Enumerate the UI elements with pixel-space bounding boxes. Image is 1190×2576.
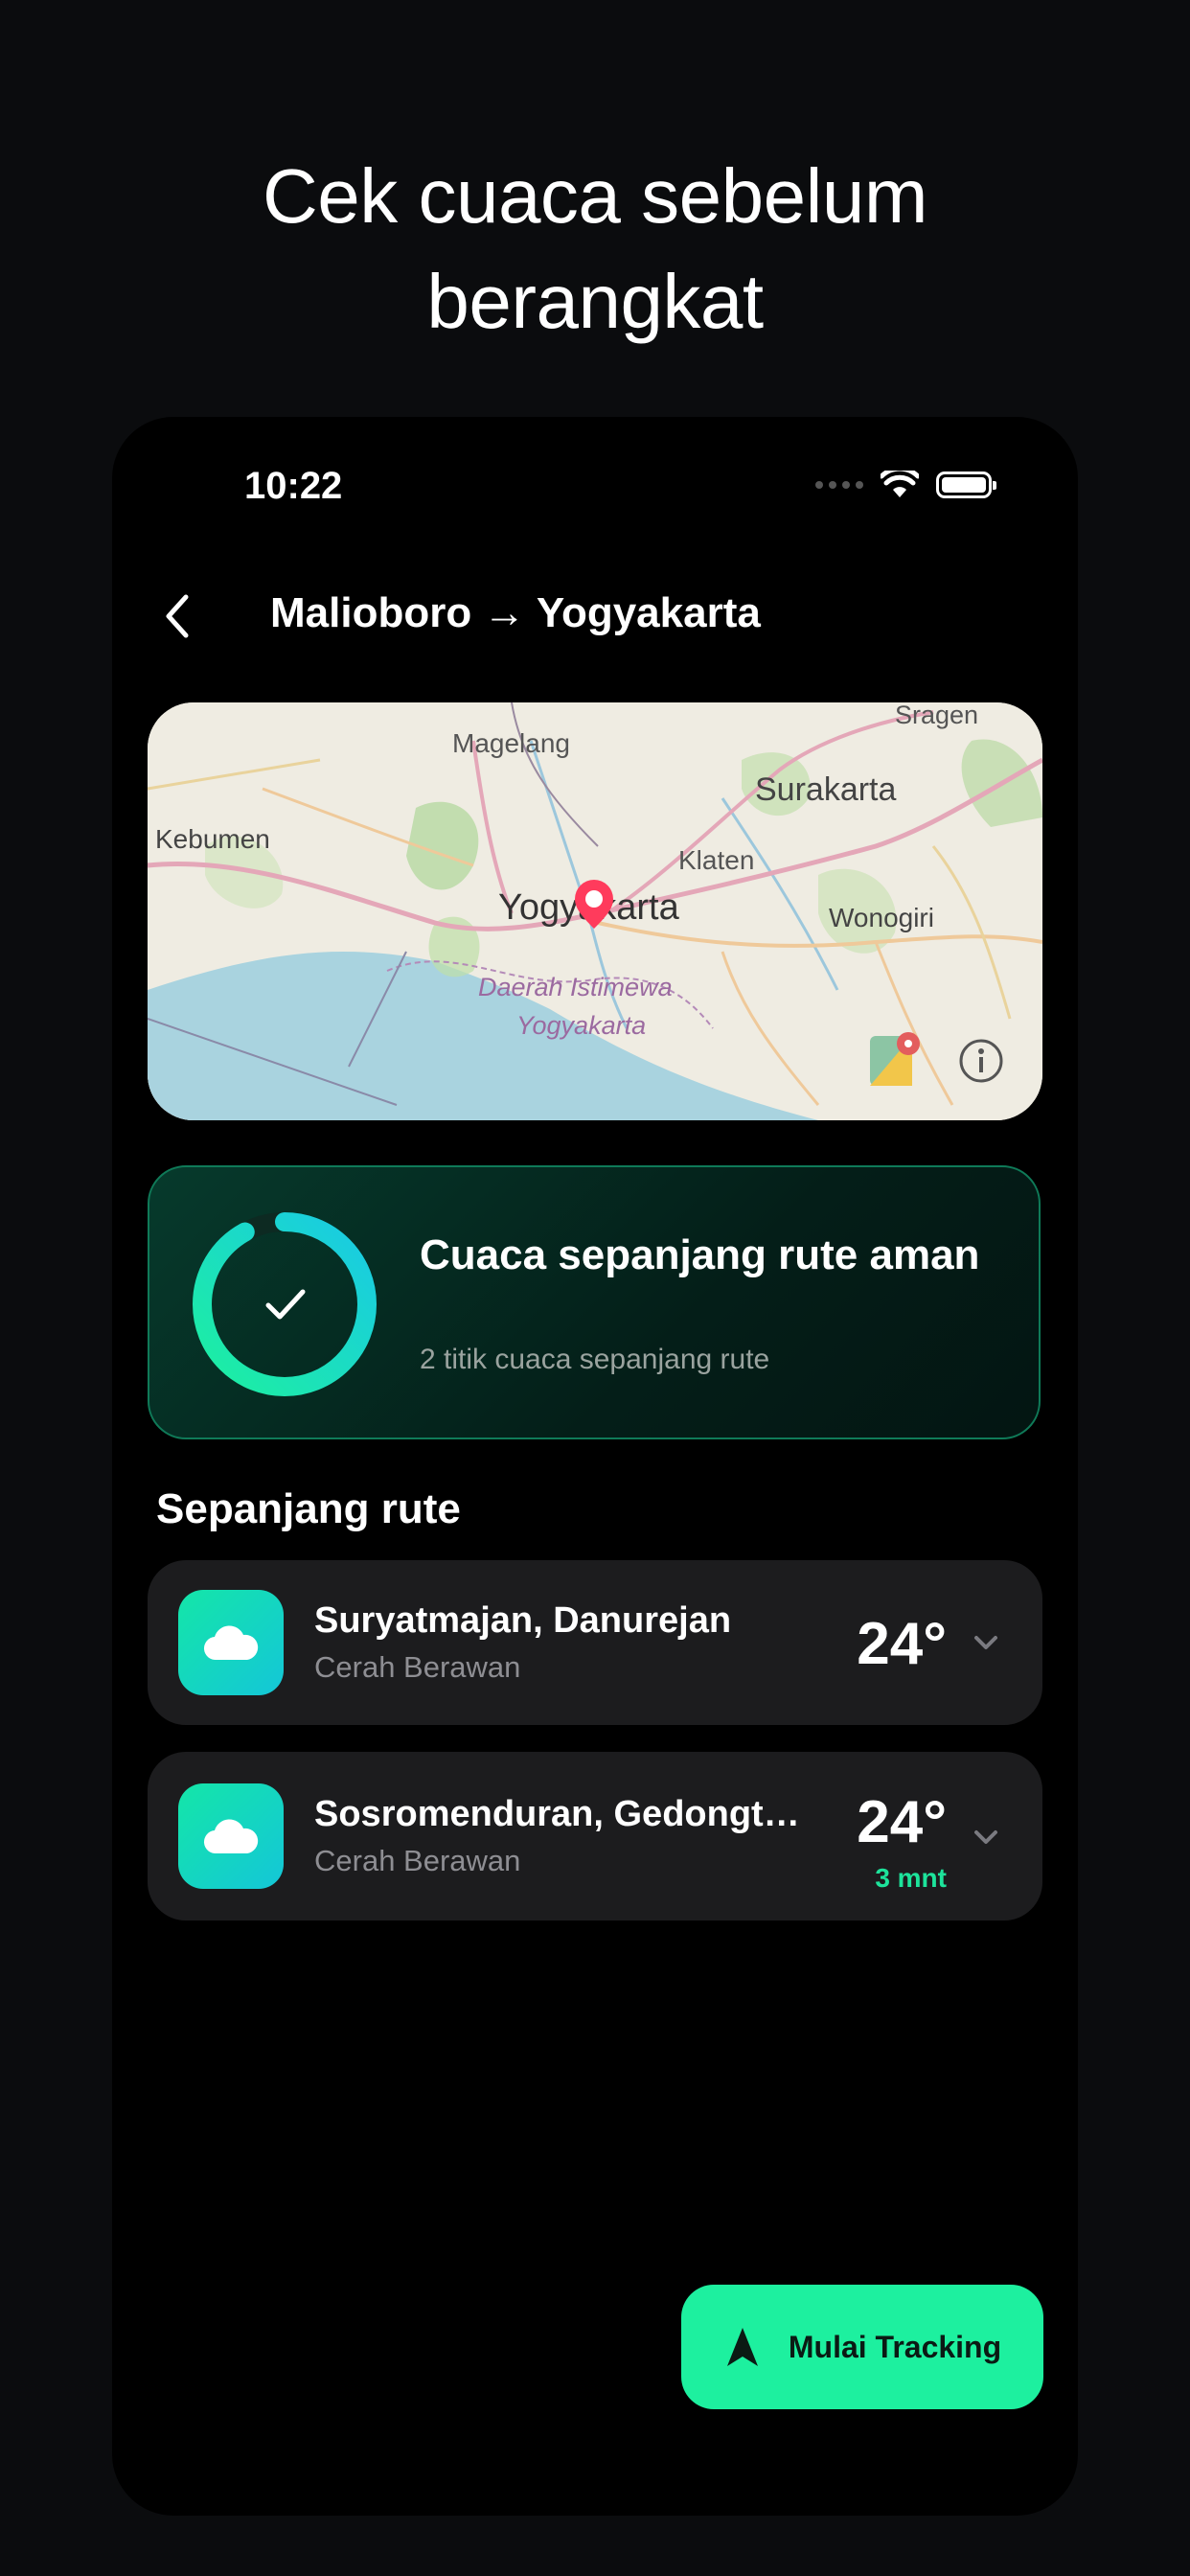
headline: Cek cuaca sebelum berangkat <box>0 144 1190 355</box>
battery-icon <box>936 472 996 498</box>
map-label-klaten: Klaten <box>678 845 754 875</box>
route-item-eta: 3 mnt <box>875 1863 947 1893</box>
start-tracking-button[interactable]: Mulai Tracking <box>681 2285 1043 2409</box>
start-tracking-label: Mulai Tracking <box>788 2329 1002 2364</box>
route-item-desc: Cerah Berawan <box>314 1650 521 1684</box>
summary-title: Cuaca sepanjang rute aman <box>420 1231 980 1278</box>
route-item-temp: 24° <box>857 1611 947 1677</box>
cloud-weather-icon <box>178 1783 284 1889</box>
map-label-surakarta: Surakarta <box>755 771 896 808</box>
route-item-1[interactable]: Suryatmajan, Danurejan Cerah Berawan 24° <box>148 1560 1042 1725</box>
back-button[interactable] <box>149 587 206 645</box>
map-label-diy-1: Daerah Istimewa <box>478 973 673 1001</box>
chevron-left-icon <box>166 594 189 638</box>
section-title: Sepanjang rute <box>156 1485 461 1532</box>
map-label-magelang: Magelang <box>452 728 570 758</box>
chevron-down-icon[interactable] <box>970 1626 1002 1659</box>
wifi-icon <box>881 471 919 497</box>
safety-progress-ring <box>193 1212 377 1396</box>
signal-icon <box>815 481 863 489</box>
map-label-diy-2: Yogyakarta <box>516 1011 646 1040</box>
route-item-name: Suryatmajan, Danurejan <box>314 1600 732 1641</box>
summary-subtitle: 2 titik cuaca sepanjang rute <box>420 1344 770 1375</box>
map-label-sragen: Sragen <box>895 702 978 729</box>
route-map[interactable]: Sragen Magelang Surakarta Kebumen Klaten… <box>148 702 1042 1120</box>
navigation-arrow-icon <box>726 2328 758 2366</box>
route-item-desc: Cerah Berawan <box>314 1844 521 1877</box>
map-label-kebumen: Kebumen <box>155 824 270 854</box>
checkmark-icon <box>265 1289 306 1320</box>
phone-screen: 10:22 Malioboro → Yogyakarta Sragen Mage… <box>112 417 1078 2516</box>
status-time: 10:22 <box>244 465 343 507</box>
route-item-name: Sosromenduran, Gedongt… <box>314 1794 800 1834</box>
route-title: Malioboro → Yogyakarta <box>270 589 761 636</box>
cloud-weather-icon <box>178 1590 284 1695</box>
status-icons <box>815 471 996 499</box>
route-weather-summary-card: Cuaca sepanjang rute aman 2 titik cuaca … <box>148 1165 1041 1439</box>
headline-line-2: berangkat <box>426 259 764 344</box>
route-item-2[interactable]: Sosromenduran, Gedongt… Cerah Berawan 24… <box>148 1752 1042 1920</box>
map-label-wonogiri: Wonogiri <box>829 903 934 932</box>
headline-line-1: Cek cuaca sebelum <box>262 153 928 239</box>
route-item-temp: 24° <box>857 1789 947 1855</box>
chevron-down-icon[interactable] <box>970 1821 1002 1853</box>
